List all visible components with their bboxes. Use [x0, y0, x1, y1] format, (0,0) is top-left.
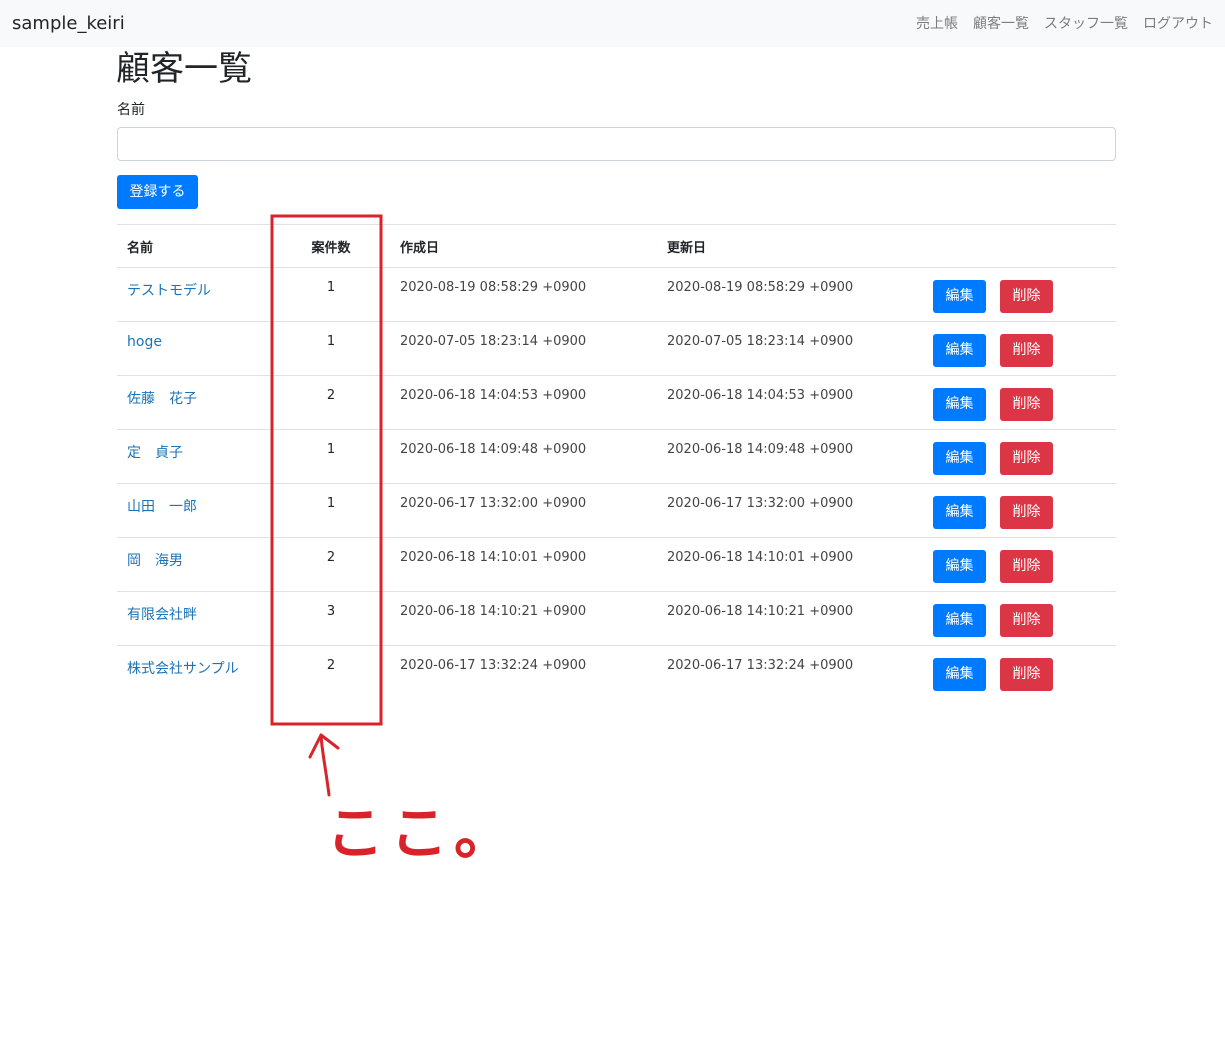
- name-cell: 山田 一郎: [117, 483, 272, 538]
- updated-date: 2020-06-17 13:32:24 +0900: [657, 645, 923, 700]
- case-count: 2: [272, 375, 390, 430]
- created-date: 2020-07-05 18:23:14 +0900: [390, 321, 657, 376]
- delete-button[interactable]: 削除: [1000, 550, 1053, 583]
- table-row: 佐藤 花子 2 2020-06-18 14:04:53 +0900 2020-0…: [117, 375, 1116, 430]
- customer-name-link[interactable]: 山田 一郎: [127, 499, 197, 515]
- customer-name-link[interactable]: 定 貞子: [127, 445, 183, 461]
- case-count: 3: [272, 591, 390, 646]
- created-date: 2020-06-18 14:09:48 +0900: [390, 429, 657, 484]
- name-cell: テストモデル: [117, 267, 272, 322]
- edit-button[interactable]: 編集: [933, 550, 986, 583]
- delete-button[interactable]: 削除: [1000, 604, 1053, 637]
- navbar: sample_keiri 売上帳 顧客一覧 スタッフ一覧 ログアウト: [0, 0, 1225, 47]
- created-date: 2020-06-18 14:04:53 +0900: [390, 375, 657, 430]
- updated-date: 2020-07-05 18:23:14 +0900: [657, 321, 923, 376]
- delete-button[interactable]: 削除: [1000, 334, 1053, 367]
- annotation-text: ここ。: [326, 799, 518, 867]
- customer-name-link[interactable]: テストモデル: [127, 283, 211, 299]
- name-cell: 岡 海男: [117, 537, 272, 592]
- customer-name-link[interactable]: 岡 海男: [127, 553, 183, 569]
- actions-cell: 編集 削除: [923, 537, 1116, 592]
- nav-link-customer-list[interactable]: 顧客一覧: [973, 13, 1029, 35]
- delete-button[interactable]: 削除: [1000, 658, 1053, 691]
- delete-button[interactable]: 削除: [1000, 496, 1053, 529]
- table-row: 有限会社畔 3 2020-06-18 14:10:21 +0900 2020-0…: [117, 591, 1116, 646]
- actions-cell: 編集 削除: [923, 321, 1116, 376]
- actions-cell: 編集 削除: [923, 375, 1116, 430]
- name-cell: 有限会社畔: [117, 591, 272, 646]
- updated-date: 2020-06-18 14:10:01 +0900: [657, 537, 923, 592]
- updated-date: 2020-06-17 13:32:00 +0900: [657, 483, 923, 538]
- nav-link-staff-list[interactable]: スタッフ一覧: [1044, 13, 1128, 35]
- table-row: 定 貞子 1 2020-06-18 14:09:48 +0900 2020-06…: [117, 429, 1116, 484]
- created-date: 2020-06-18 14:10:21 +0900: [390, 591, 657, 646]
- created-date: 2020-06-18 14:10:01 +0900: [390, 537, 657, 592]
- name-cell: 株式会社サンプル: [117, 645, 272, 700]
- edit-button[interactable]: 編集: [933, 496, 986, 529]
- updated-date: 2020-06-18 14:04:53 +0900: [657, 375, 923, 430]
- register-button[interactable]: 登録する: [117, 175, 198, 209]
- edit-button[interactable]: 編集: [933, 442, 986, 475]
- delete-button[interactable]: 削除: [1000, 442, 1053, 475]
- updated-date: 2020-06-18 14:09:48 +0900: [657, 429, 923, 484]
- actions-cell: 編集 削除: [923, 645, 1116, 700]
- actions-cell: 編集 削除: [923, 267, 1116, 322]
- updated-date: 2020-08-19 08:58:29 +0900: [657, 267, 923, 322]
- header-name: 名前: [117, 224, 272, 268]
- table-row: 岡 海男 2 2020-06-18 14:10:01 +0900 2020-06…: [117, 537, 1116, 592]
- name-input[interactable]: [117, 127, 1116, 161]
- header-updated: 更新日: [657, 224, 923, 268]
- edit-button[interactable]: 編集: [933, 280, 986, 313]
- case-count: 1: [272, 429, 390, 484]
- created-date: 2020-06-17 13:32:24 +0900: [390, 645, 657, 700]
- customer-name-link[interactable]: 株式会社サンプル: [127, 661, 239, 677]
- actions-cell: 編集 削除: [923, 483, 1116, 538]
- name-cell: hoge: [117, 321, 272, 376]
- table-row: 株式会社サンプル 2 2020-06-17 13:32:24 +0900 202…: [117, 645, 1116, 700]
- delete-button[interactable]: 削除: [1000, 388, 1053, 421]
- actions-cell: 編集 削除: [923, 591, 1116, 646]
- case-count: 1: [272, 483, 390, 538]
- annotation-arrow-icon: [308, 733, 340, 797]
- name-cell: 佐藤 花子: [117, 375, 272, 430]
- nav-link-logout[interactable]: ログアウト: [1143, 13, 1213, 35]
- header-created: 作成日: [390, 224, 657, 268]
- case-count: 1: [272, 321, 390, 376]
- customer-name-link[interactable]: 有限会社畔: [127, 607, 197, 623]
- updated-date: 2020-06-18 14:10:21 +0900: [657, 591, 923, 646]
- edit-button[interactable]: 編集: [933, 388, 986, 421]
- table-row: 山田 一郎 1 2020-06-17 13:32:00 +0900 2020-0…: [117, 483, 1116, 538]
- name-cell: 定 貞子: [117, 429, 272, 484]
- header-actions: [923, 224, 1116, 268]
- actions-cell: 編集 削除: [923, 429, 1116, 484]
- case-count: 1: [272, 267, 390, 322]
- table-row: テストモデル 1 2020-08-19 08:58:29 +0900 2020-…: [117, 267, 1116, 322]
- customer-name-link[interactable]: 佐藤 花子: [127, 391, 197, 407]
- created-date: 2020-06-17 13:32:00 +0900: [390, 483, 657, 538]
- edit-button[interactable]: 編集: [933, 334, 986, 367]
- edit-button[interactable]: 編集: [933, 604, 986, 637]
- case-count: 2: [272, 645, 390, 700]
- table-header-row: 名前 案件数 作成日 更新日: [117, 224, 1116, 268]
- name-field-label: 名前: [117, 102, 145, 118]
- table-row: hoge 1 2020-07-05 18:23:14 +0900 2020-07…: [117, 321, 1116, 376]
- customer-name-link[interactable]: hoge: [127, 334, 162, 350]
- page-title: 顧客一覧: [116, 49, 252, 89]
- delete-button[interactable]: 削除: [1000, 280, 1053, 313]
- created-date: 2020-08-19 08:58:29 +0900: [390, 267, 657, 322]
- brand-logo[interactable]: sample_keiri: [12, 12, 125, 36]
- header-case-count: 案件数: [272, 224, 390, 268]
- customer-table: 名前 案件数 作成日 更新日 テストモデル 1 2020-08-19 08:58…: [117, 224, 1116, 700]
- nav-link-sales-ledger[interactable]: 売上帳: [916, 13, 958, 35]
- edit-button[interactable]: 編集: [933, 658, 986, 691]
- nav-links: 売上帳 顧客一覧 スタッフ一覧 ログアウト: [916, 13, 1213, 35]
- case-count: 2: [272, 537, 390, 592]
